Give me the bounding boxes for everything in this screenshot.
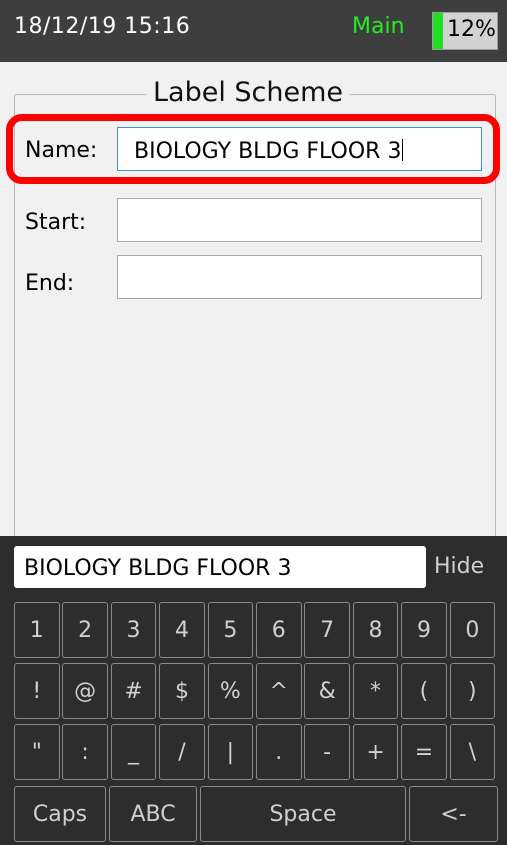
space-key[interactable]: Space	[200, 786, 406, 842]
key-0-1[interactable]: 2	[62, 602, 108, 658]
key-0-8[interactable]: 9	[401, 602, 447, 658]
power-source-text: Main	[352, 14, 405, 39]
datetime-text: 18/12/19 15:16	[14, 14, 191, 39]
key-0-3[interactable]: 4	[159, 602, 205, 658]
key-2-4[interactable]: |	[207, 724, 254, 780]
key-1-4[interactable]: %	[207, 663, 254, 719]
key-0-0[interactable]: 1	[14, 602, 60, 658]
key-2-1[interactable]: :	[62, 724, 108, 780]
battery-percent-text: 12%	[447, 17, 496, 42]
key-0-7[interactable]: 8	[352, 602, 399, 658]
key-0-5[interactable]: 6	[256, 602, 302, 658]
key-1-6[interactable]: &	[304, 663, 350, 719]
name-field-value: BIOLOGY BLDG FLOOR 3	[134, 139, 402, 164]
key-1-5[interactable]: ^	[256, 663, 302, 719]
start-label: Start:	[25, 210, 87, 235]
device-screen: 18/12/19 15:16 Main 12% Label Scheme Nam…	[0, 0, 507, 845]
key-1-1[interactable]: @	[62, 663, 108, 719]
key-2-3[interactable]: /	[159, 724, 205, 780]
key-0-2[interactable]: 3	[110, 602, 157, 658]
on-screen-keyboard: BIOLOGY BLDG FLOOR 3 Hide 1 2 3 4 5 6 7 8 9 0! @ # $…	[0, 536, 507, 845]
key-1-0[interactable]: !	[14, 663, 60, 719]
end-field[interactable]	[117, 255, 482, 299]
backspace-key[interactable]: <-	[409, 786, 498, 842]
end-label: End:	[25, 271, 75, 296]
group-title: Label Scheme	[146, 77, 351, 108]
key-0-4[interactable]: 5	[207, 602, 254, 658]
status-bar: 18/12/19 15:16 Main 12%	[0, 0, 507, 62]
key-1-9[interactable]: )	[449, 663, 496, 719]
keyboard-preview-field[interactable]: BIOLOGY BLDG FLOOR 3	[14, 546, 426, 588]
key-0-9[interactable]: 0	[449, 602, 496, 658]
key-2-9[interactable]: \	[449, 724, 496, 780]
key-2-6[interactable]: -	[304, 724, 350, 780]
key-2-8[interactable]: =	[401, 724, 447, 780]
key-1-7[interactable]: *	[352, 663, 399, 719]
key-1-2[interactable]: #	[110, 663, 157, 719]
battery-indicator: 12%	[432, 12, 498, 50]
key-2-5[interactable]: .	[256, 724, 302, 780]
key-1-8[interactable]: (	[401, 663, 447, 719]
abc-key[interactable]: ABC	[109, 786, 197, 842]
name-label: Name:	[25, 138, 98, 163]
name-field[interactable]: BIOLOGY BLDG FLOOR 3	[117, 127, 482, 171]
hide-keyboard-button[interactable]: Hide	[434, 554, 484, 579]
key-2-7[interactable]: +	[352, 724, 399, 780]
key-2-0[interactable]: "	[14, 724, 60, 780]
battery-level-fill	[433, 13, 443, 49]
key-0-6[interactable]: 7	[304, 602, 350, 658]
key-2-2[interactable]: _	[110, 724, 157, 780]
caps-key[interactable]: Caps	[14, 786, 106, 842]
text-caret	[402, 139, 404, 161]
start-field[interactable]	[117, 198, 482, 242]
key-1-3[interactable]: $	[159, 663, 205, 719]
